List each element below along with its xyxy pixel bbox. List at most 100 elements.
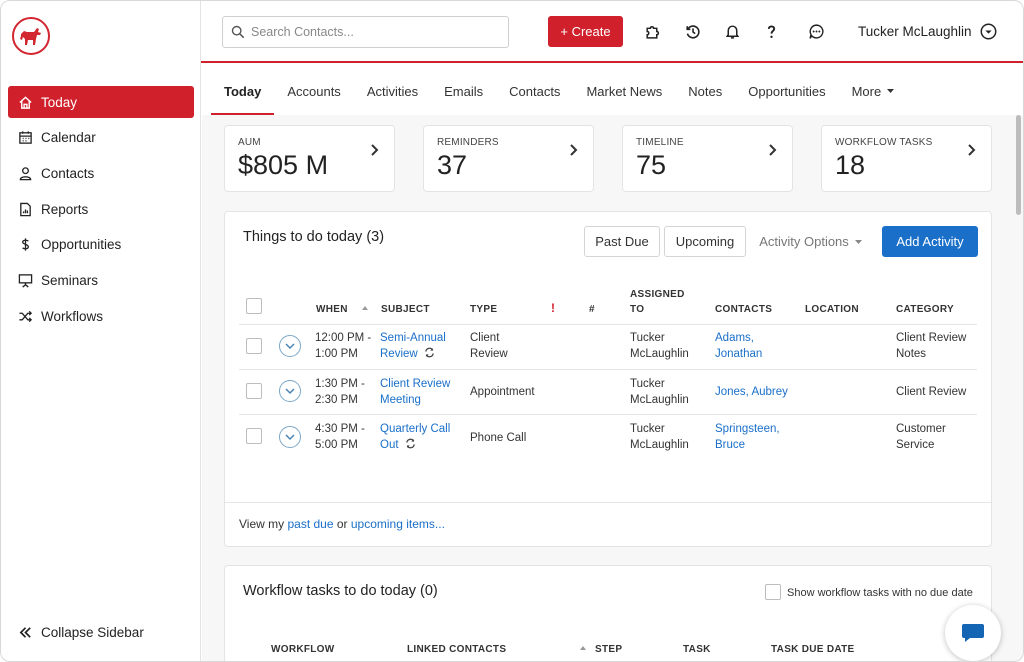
col-step[interactable]: STEP [595,642,622,657]
row-type: Phone Call [470,432,527,444]
divider [225,502,991,503]
chevron-right-icon [769,144,777,156]
row-assigned: Tucker McLaughlin [630,378,689,406]
row-checkbox[interactable] [246,428,262,444]
show-no-due-label[interactable]: Show workflow tasks with no due date [787,585,973,601]
sidebar-item-label: Workflows [41,308,104,324]
sidebar-item-contacts[interactable]: Contacts [8,157,194,189]
collapse-sidebar-button[interactable]: Collapse Sidebar [18,625,144,640]
sidebar-item-calendar[interactable]: Calendar [8,122,194,154]
subject-link[interactable]: Semi-Annual Review [380,332,446,360]
col-workflow[interactable]: WORKFLOW [271,642,335,657]
past-due-link[interactable]: past due [287,517,333,531]
search-input[interactable] [251,25,491,39]
stat-card-timeline[interactable]: TIMELINE 75 [622,125,793,192]
col-linked-contacts[interactable]: LINKED CONTACTS [407,642,587,657]
tab-more[interactable]: More [852,67,896,115]
contact-link[interactable]: Springsteen, Bruce [715,423,780,451]
tab-bar: Today Accounts Activities Emails Contact… [210,67,1003,115]
stat-card-aum[interactable]: AUM $805 M [224,125,395,192]
col-task-due-date[interactable]: TASK DUE DATE [771,642,855,657]
col-number[interactable]: # [589,302,595,317]
col-subject[interactable]: SUBJECT [381,302,430,317]
col-contacts[interactable]: CONTACTS [715,302,772,317]
stat-card-reminders[interactable]: REMINDERS 37 [423,125,594,192]
expand-row-button[interactable] [279,426,301,448]
upcoming-button[interactable]: Upcoming [664,226,746,257]
subject-link[interactable]: Client Review Meeting [380,378,450,406]
shuffle-icon [19,310,33,322]
workflow-title: Workflow tasks to do today (0) [243,583,438,599]
calendar-icon [19,131,32,144]
col-category[interactable]: CATEGORY [896,302,954,317]
col-task[interactable]: TASK [683,642,711,657]
activity-options-button[interactable]: Activity Options [751,226,871,257]
dog-icon[interactable] [12,17,50,55]
show-no-due-checkbox[interactable] [765,584,781,600]
main-scrollbar[interactable] [1016,115,1021,215]
chat-bubble-icon[interactable] [806,21,826,41]
tab-emails[interactable]: Emails [444,67,483,115]
tab-notes[interactable]: Notes [688,67,722,115]
history-icon[interactable] [682,21,702,41]
upcoming-items-link[interactable]: upcoming items... [351,517,445,531]
row-category: Client Review Notes [896,332,967,360]
chevron-right-icon [570,144,578,156]
dollar-icon [22,238,29,251]
sidebar-item-workflows[interactable]: Workflows [8,300,194,332]
tab-accounts[interactable]: Accounts [287,67,340,115]
tab-market-news[interactable]: Market News [586,67,662,115]
contact-link[interactable]: Adams, Jonathan [715,332,762,360]
stat-label: AUM [238,137,261,148]
col-type[interactable]: TYPE [470,302,497,317]
col-when-label: WHEN [316,304,348,315]
user-menu[interactable]: Tucker McLaughlin [858,23,997,40]
row-contacts: Adams, Jonathan [715,330,785,362]
row-assigned: Tucker McLaughlin [630,332,689,360]
col-location[interactable]: LOCATION [805,302,859,317]
row-category: Client Review [896,386,967,398]
add-activity-button[interactable]: Add Activity [882,226,978,257]
create-button[interactable]: + Create [548,16,623,47]
col-priority-flag[interactable]: ! [551,301,555,316]
past-due-button[interactable]: Past Due [584,226,660,257]
sidebar-item-reports[interactable]: Reports [8,193,194,225]
tab-today[interactable]: Today [210,67,275,115]
stat-value: 75 [636,150,667,180]
stat-card-workflow-tasks[interactable]: WORKFLOW TASKS 18 [821,125,992,192]
chevron-right-icon [968,144,976,156]
footer-prefix: View my [239,517,288,531]
puzzle-icon[interactable] [642,21,662,41]
footer-middle: or [333,517,351,531]
sidebar-item-opportunities[interactable]: Opportunities [8,229,194,261]
bell-icon[interactable] [722,21,742,41]
sidebar-item-today[interactable]: Today [8,86,194,118]
row-checkbox[interactable] [246,383,262,399]
search-box [222,16,509,48]
help-icon[interactable] [761,21,781,41]
sidebar-nav: Today Calendar Contacts Reports Opportun… [8,86,194,336]
sidebar: Today Calendar Contacts Reports Opportun… [1,1,201,661]
tab-activities[interactable]: Activities [367,67,418,115]
report-icon [20,202,31,216]
expand-row-button[interactable] [279,380,301,402]
col-assigned-to[interactable]: ASSIGNED TO [630,287,690,317]
row-when: 4:30 PM - 5:00 PM [315,423,365,451]
divider [239,369,977,370]
col-linked-contacts-label: LINKED CONTACTS [407,644,507,655]
caret-down-icon [854,239,862,244]
activity-options-label: Activity Options [759,234,849,249]
col-when[interactable]: WHEN [316,302,369,317]
chat-widget-button[interactable] [945,605,1001,661]
expand-row-button[interactable] [279,335,301,357]
sort-up-icon [361,306,368,310]
contact-link[interactable]: Jones, Aubrey [715,386,788,398]
tab-contacts[interactable]: Contacts [509,67,560,115]
row-when: 12:00 PM - 1:00 PM [315,332,372,360]
sidebar-item-label: Seminars [41,272,99,288]
chevron-down-circle-icon [980,23,997,40]
row-checkbox[interactable] [246,338,262,354]
tab-opportunities[interactable]: Opportunities [748,67,825,115]
sidebar-item-seminars[interactable]: Seminars [8,264,194,296]
select-all-checkbox[interactable] [246,298,262,314]
